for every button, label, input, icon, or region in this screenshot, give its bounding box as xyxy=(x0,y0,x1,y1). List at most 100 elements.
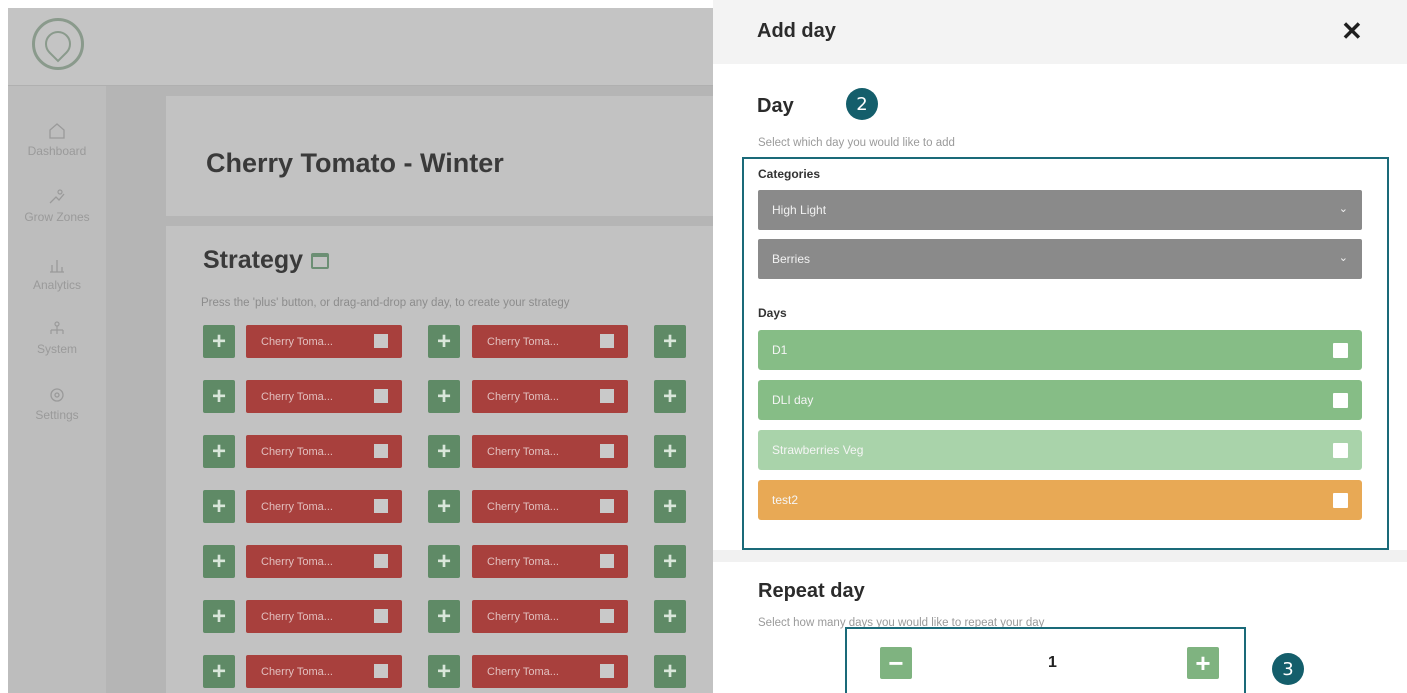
add-day-plus-button[interactable]: + xyxy=(654,325,686,358)
nav-dashboard[interactable]: Dashboard xyxy=(8,122,106,158)
strategy-day-chip[interactable]: Cherry Toma... xyxy=(246,655,402,688)
strategy-day-chip[interactable]: Cherry Toma... xyxy=(472,490,628,523)
strategy-day-chip[interactable]: Cherry Toma... xyxy=(246,380,402,413)
strategy-day-chip[interactable]: Cherry Toma... xyxy=(472,600,628,633)
checkbox[interactable] xyxy=(374,389,388,403)
add-day-plus-button[interactable]: + xyxy=(203,490,235,523)
header-card: Cherry Tomato - Winter xyxy=(166,96,713,216)
screen: Dashboard Grow Zones Analytics System Se… xyxy=(0,0,1407,693)
decrement-button[interactable]: − xyxy=(880,647,912,679)
strategy-day-chip-label: Cherry Toma... xyxy=(487,390,559,403)
day-option-checkbox[interactable] xyxy=(1333,493,1348,508)
add-day-plus-button[interactable]: + xyxy=(203,325,235,358)
strategy-day-chip[interactable]: Cherry Toma... xyxy=(472,545,628,578)
day-option-row[interactable]: DLI day xyxy=(758,380,1362,420)
add-day-plus-button[interactable]: + xyxy=(203,600,235,633)
strategy-day-chip[interactable]: Cherry Toma... xyxy=(246,435,402,468)
add-day-plus-button[interactable]: + xyxy=(428,380,460,413)
category-select-1[interactable]: High Light ⌄ xyxy=(758,190,1362,230)
nav-dashboard-label: Dashboard xyxy=(27,144,87,158)
checkbox[interactable] xyxy=(600,499,614,513)
checkbox[interactable] xyxy=(374,444,388,458)
add-day-plus-button[interactable]: + xyxy=(203,435,235,468)
checkbox[interactable] xyxy=(600,444,614,458)
strategy-day-chip-label: Cherry Toma... xyxy=(261,555,333,568)
add-day-plus-button[interactable]: + xyxy=(654,380,686,413)
day-section-title: Day xyxy=(757,95,794,117)
strategy-day-chip-label: Cherry Toma... xyxy=(487,555,559,568)
strategy-day-chip[interactable]: Cherry Toma... xyxy=(246,545,402,578)
days-label: Days xyxy=(758,306,787,320)
add-day-plus-button[interactable]: + xyxy=(654,545,686,578)
nav-settings-label: Settings xyxy=(35,408,79,422)
checkbox[interactable] xyxy=(600,334,614,348)
day-option-checkbox[interactable] xyxy=(1333,343,1348,358)
day-option-label: Strawberries Veg xyxy=(772,443,864,457)
nav-grow-zones[interactable]: Grow Zones xyxy=(8,188,106,224)
step-badge-3: 3 xyxy=(1272,653,1304,685)
add-day-plus-button[interactable]: + xyxy=(654,600,686,633)
strategy-day-chip[interactable]: Cherry Toma... xyxy=(472,655,628,688)
category-select-2[interactable]: Berries ⌄ xyxy=(758,239,1362,279)
add-day-plus-button[interactable]: + xyxy=(428,490,460,523)
checkbox[interactable] xyxy=(374,664,388,678)
nav-settings[interactable]: Settings xyxy=(8,386,106,422)
add-day-plus-button[interactable]: + xyxy=(654,490,686,523)
add-day-plus-button[interactable]: + xyxy=(203,380,235,413)
day-option-checkbox[interactable] xyxy=(1333,443,1348,458)
close-button[interactable]: ✕ xyxy=(1341,16,1363,47)
strategy-title-text: Strategy xyxy=(203,246,304,274)
nav-analytics-label: Analytics xyxy=(32,278,82,292)
day-option-row[interactable]: Strawberries Veg xyxy=(758,430,1362,470)
strategy-card: Strategy Press the 'plus' button, or dra… xyxy=(166,226,713,693)
increment-button[interactable]: + xyxy=(1187,647,1219,679)
checkbox[interactable] xyxy=(600,664,614,678)
checkbox[interactable] xyxy=(600,609,614,623)
strategy-day-chip-label: Cherry Toma... xyxy=(261,610,333,623)
section-divider xyxy=(713,550,1407,562)
strategy-day-chip-label: Cherry Toma... xyxy=(487,335,559,348)
checkbox[interactable] xyxy=(374,499,388,513)
checkbox[interactable] xyxy=(374,334,388,348)
checkbox[interactable] xyxy=(600,554,614,568)
add-day-plus-button[interactable]: + xyxy=(654,435,686,468)
category-select-1-value: High Light xyxy=(772,203,827,217)
checkbox[interactable] xyxy=(374,554,388,568)
nav-analytics[interactable]: Analytics xyxy=(8,256,106,292)
chevron-down-icon: ⌄ xyxy=(1338,203,1348,215)
day-option-checkbox[interactable] xyxy=(1333,393,1348,408)
calendar-icon[interactable] xyxy=(311,252,330,269)
strategy-day-chip-label: Cherry Toma... xyxy=(487,445,559,458)
repeat-section-title: Repeat day xyxy=(758,580,865,602)
category-select-2-value: Berries xyxy=(772,252,811,266)
add-day-plus-button[interactable]: + xyxy=(203,655,235,688)
strategy-day-chip-label: Cherry Toma... xyxy=(487,610,559,623)
strategy-day-chip[interactable]: Cherry Toma... xyxy=(246,600,402,633)
add-day-plus-button[interactable]: + xyxy=(428,545,460,578)
sidebar: Dashboard Grow Zones Analytics System Se… xyxy=(8,86,106,693)
day-option-label: DLI day xyxy=(772,393,814,407)
panel-title: Add day xyxy=(757,20,836,42)
day-option-label: D1 xyxy=(772,343,788,357)
home-icon xyxy=(49,123,65,139)
strategy-day-chip-label: Cherry Toma... xyxy=(261,445,333,458)
nav-system[interactable]: System xyxy=(8,320,106,356)
add-day-plus-button[interactable]: + xyxy=(428,435,460,468)
strategy-day-chip[interactable]: Cherry Toma... xyxy=(246,490,402,523)
strategy-day-chip[interactable]: Cherry Toma... xyxy=(472,325,628,358)
repeat-count-value[interactable]: 1 xyxy=(1048,654,1057,672)
day-option-row[interactable]: D1 xyxy=(758,330,1362,370)
analytics-icon xyxy=(50,260,64,273)
add-day-plus-button[interactable]: + xyxy=(654,655,686,688)
add-day-plus-button[interactable]: + xyxy=(203,545,235,578)
day-option-row[interactable]: test2 xyxy=(758,480,1362,520)
checkbox[interactable] xyxy=(374,609,388,623)
strategy-day-chip[interactable]: Cherry Toma... xyxy=(472,380,628,413)
add-day-plus-button[interactable]: + xyxy=(428,325,460,358)
add-day-plus-button[interactable]: + xyxy=(428,600,460,633)
day-section-subtitle: Select which day you would like to add xyxy=(758,137,955,149)
strategy-day-chip[interactable]: Cherry Toma... xyxy=(472,435,628,468)
add-day-plus-button[interactable]: + xyxy=(428,655,460,688)
strategy-day-chip[interactable]: Cherry Toma... xyxy=(246,325,402,358)
checkbox[interactable] xyxy=(600,389,614,403)
